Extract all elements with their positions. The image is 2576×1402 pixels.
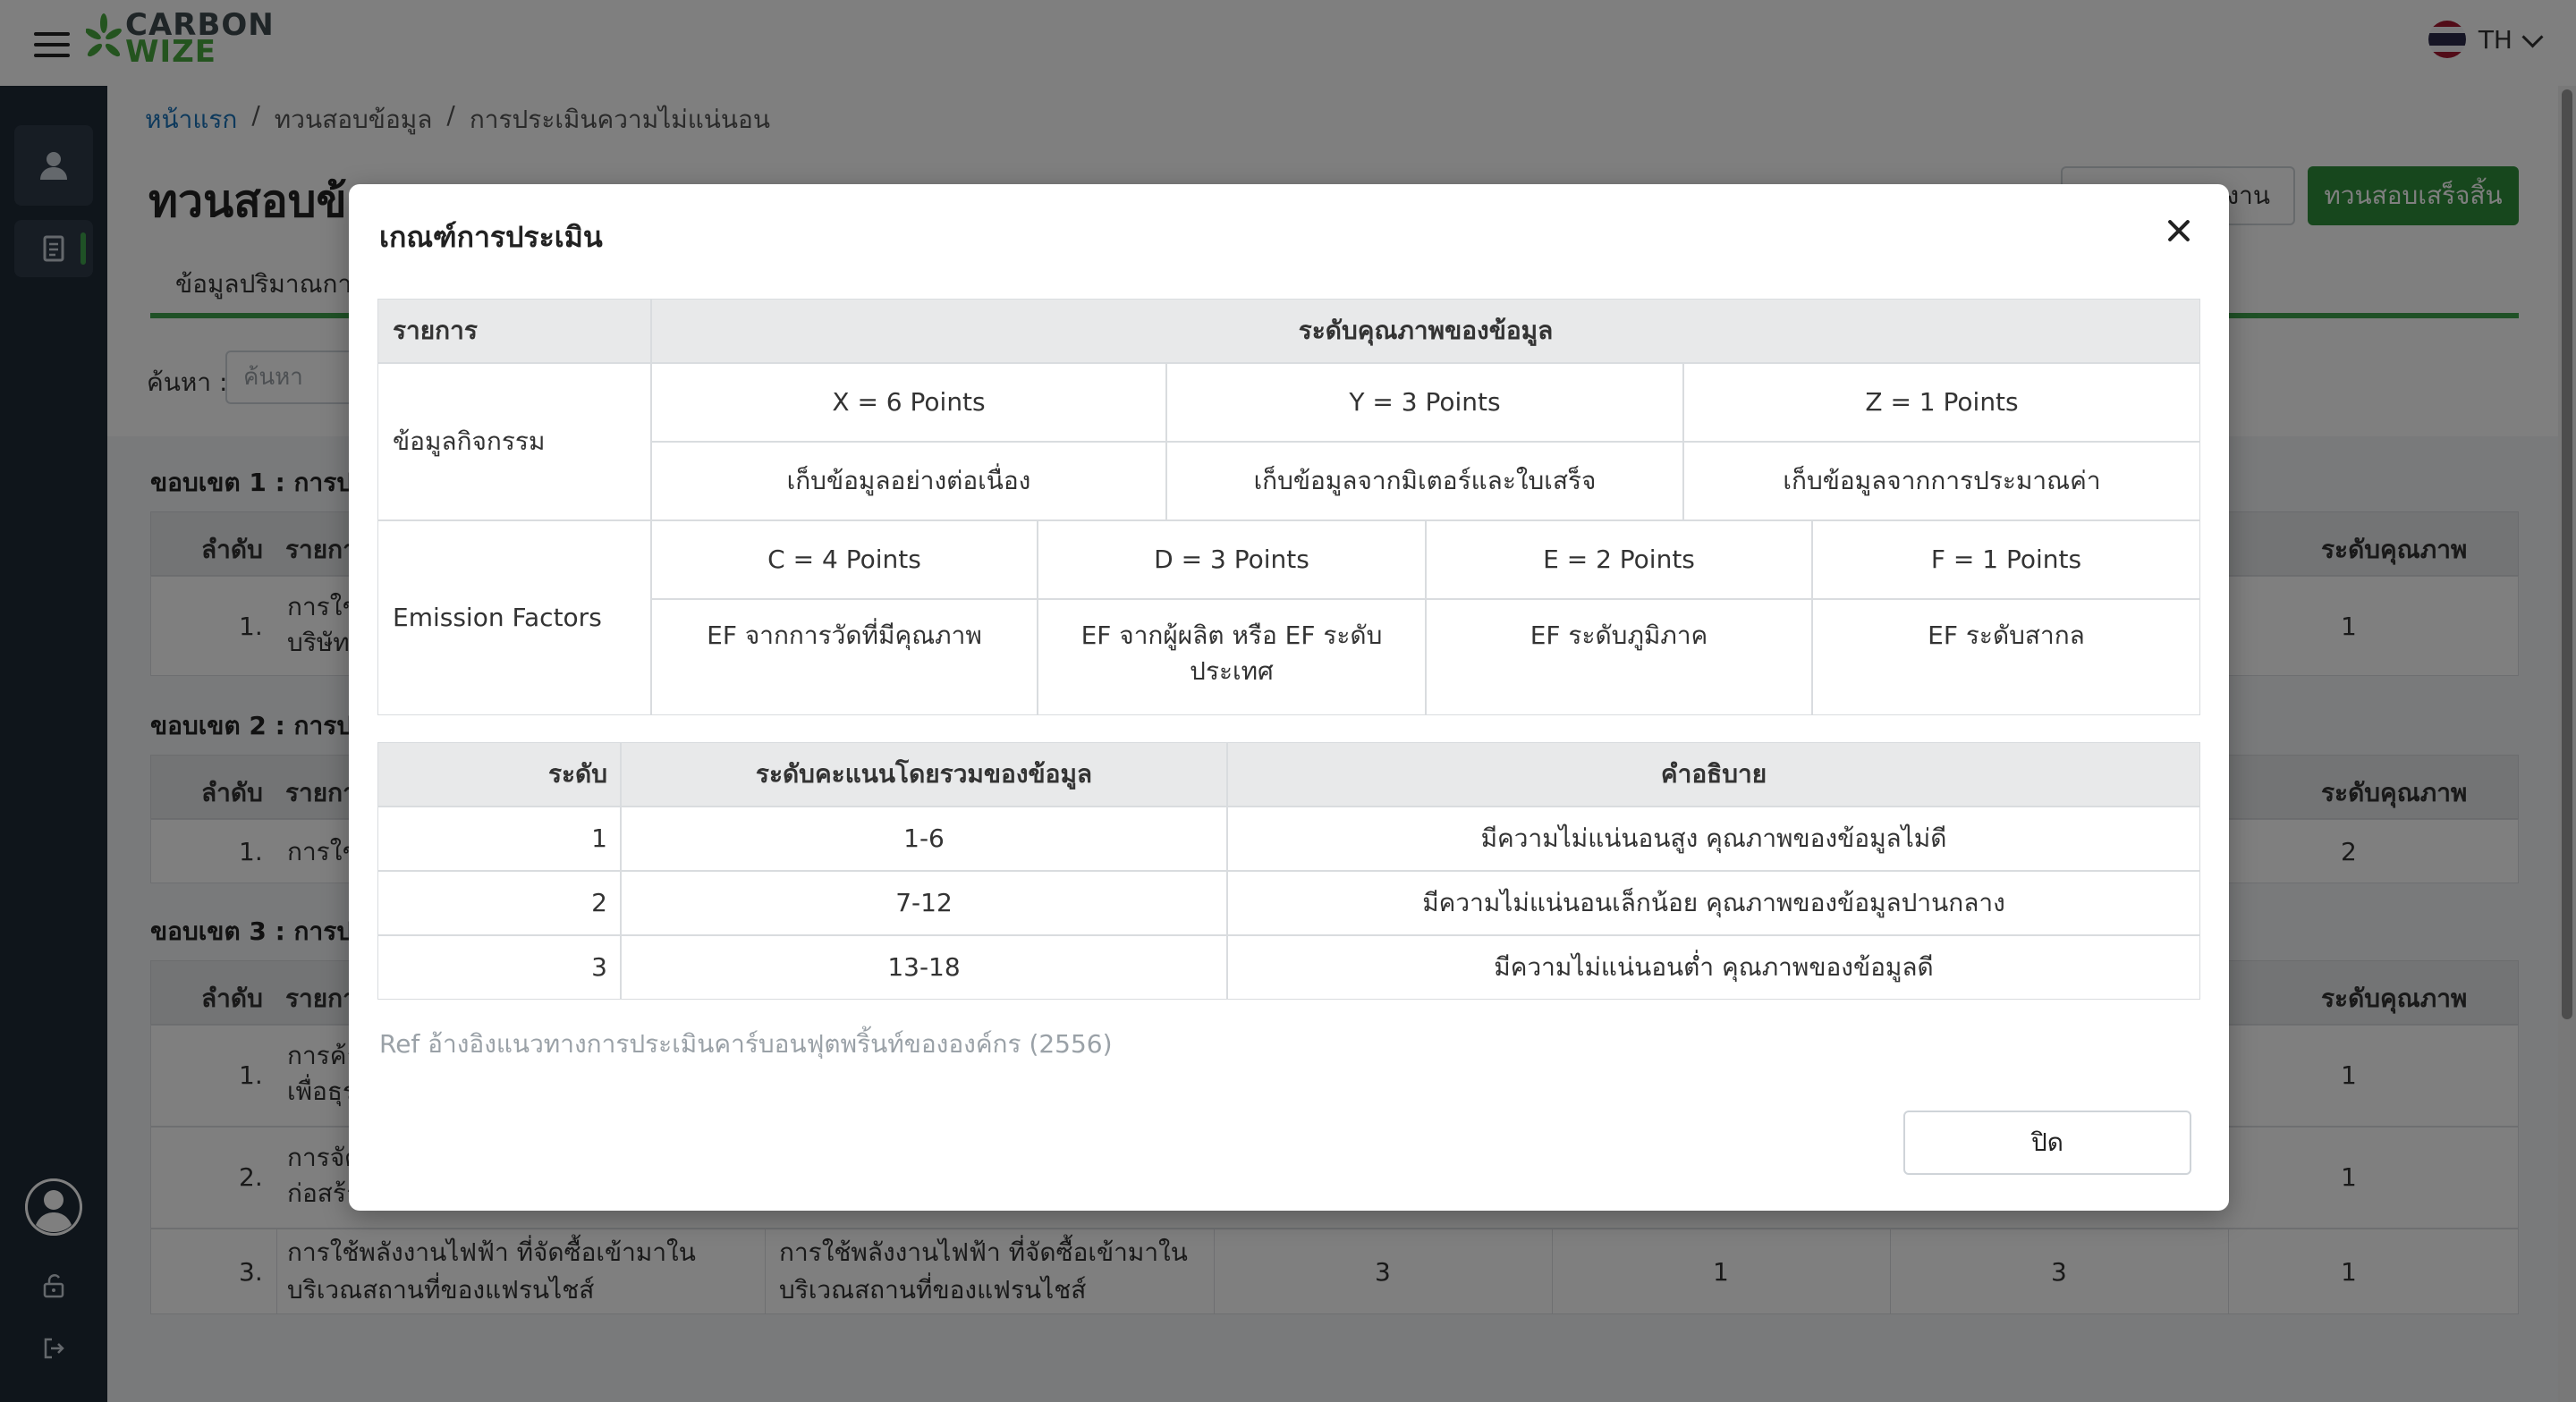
level-1-number: 1 <box>377 807 621 871</box>
level-2-desc: มีความไม่แน่นอนเล็กน้อย คุณภาพของข้อมูลป… <box>1227 871 2200 935</box>
emission-factors-label: Emission Factors <box>377 520 651 715</box>
ef-point-c: C = 4 Points <box>651 520 1038 599</box>
ef-point-e: E = 2 Points <box>1426 520 1812 599</box>
level-3-desc: มีความไม่แน่นอนต่ำ คุณภาพของข้อมูลดี <box>1227 935 2200 1000</box>
activity-point-y: Y = 3 Points <box>1166 363 1683 442</box>
level-3-number: 3 <box>377 935 621 1000</box>
levels-header-level: ระดับ <box>377 742 621 807</box>
ef-desc-f: EF ระดับสากล <box>1812 599 2200 715</box>
level-3-range: 13-18 <box>621 935 1227 1000</box>
activity-desc-y: เก็บข้อมูลจากมิเตอร์และใบเสร็จ <box>1166 442 1683 520</box>
activity-desc-z: เก็บข้อมูลจากการประมาณค่า <box>1683 442 2200 520</box>
close-icon[interactable] <box>2165 216 2193 245</box>
ef-desc-e: EF ระดับภูมิภาค <box>1426 599 1812 715</box>
reference-note: Ref อ้างอิงแนวทางการประเมินคาร์บอนฟุตพริ… <box>379 1029 1113 1059</box>
level-2-range: 7-12 <box>621 871 1227 935</box>
criteria-header-quality: ระดับคุณภาพของข้อมูล <box>651 299 2200 363</box>
modal-title: เกณฑ์การประเมิน <box>379 220 603 254</box>
criteria-header-item: รายการ <box>377 299 651 363</box>
activity-point-z: Z = 1 Points <box>1683 363 2200 442</box>
ef-desc-c: EF จากการวัดที่มีคุณภาพ <box>651 599 1038 715</box>
activity-data-label: ข้อมูลกิจกรรม <box>377 363 651 520</box>
level-1-desc: มีความไม่แน่นอนสูง คุณภาพของข้อมูลไม่ดี <box>1227 807 2200 871</box>
level-1-range: 1-6 <box>621 807 1227 871</box>
ef-desc-d: EF จากผู้ผลิต หรือ EF ระดับประเทศ <box>1038 599 1426 715</box>
ef-point-d: D = 3 Points <box>1038 520 1426 599</box>
levels-header-range: ระดับคะแนนโดยรวมของข้อมูล <box>621 742 1227 807</box>
activity-point-x: X = 6 Points <box>651 363 1166 442</box>
evaluation-criteria-modal: เกณฑ์การประเมิน รายการ ระดับคุณภาพของข้อ… <box>349 184 2229 1211</box>
close-button[interactable]: ปิด <box>1903 1111 2191 1175</box>
levels-header-desc: คำอธิบาย <box>1227 742 2200 807</box>
level-2-number: 2 <box>377 871 621 935</box>
activity-desc-x: เก็บข้อมูลอย่างต่อเนื่อง <box>651 442 1166 520</box>
ef-point-f: F = 1 Points <box>1812 520 2200 599</box>
